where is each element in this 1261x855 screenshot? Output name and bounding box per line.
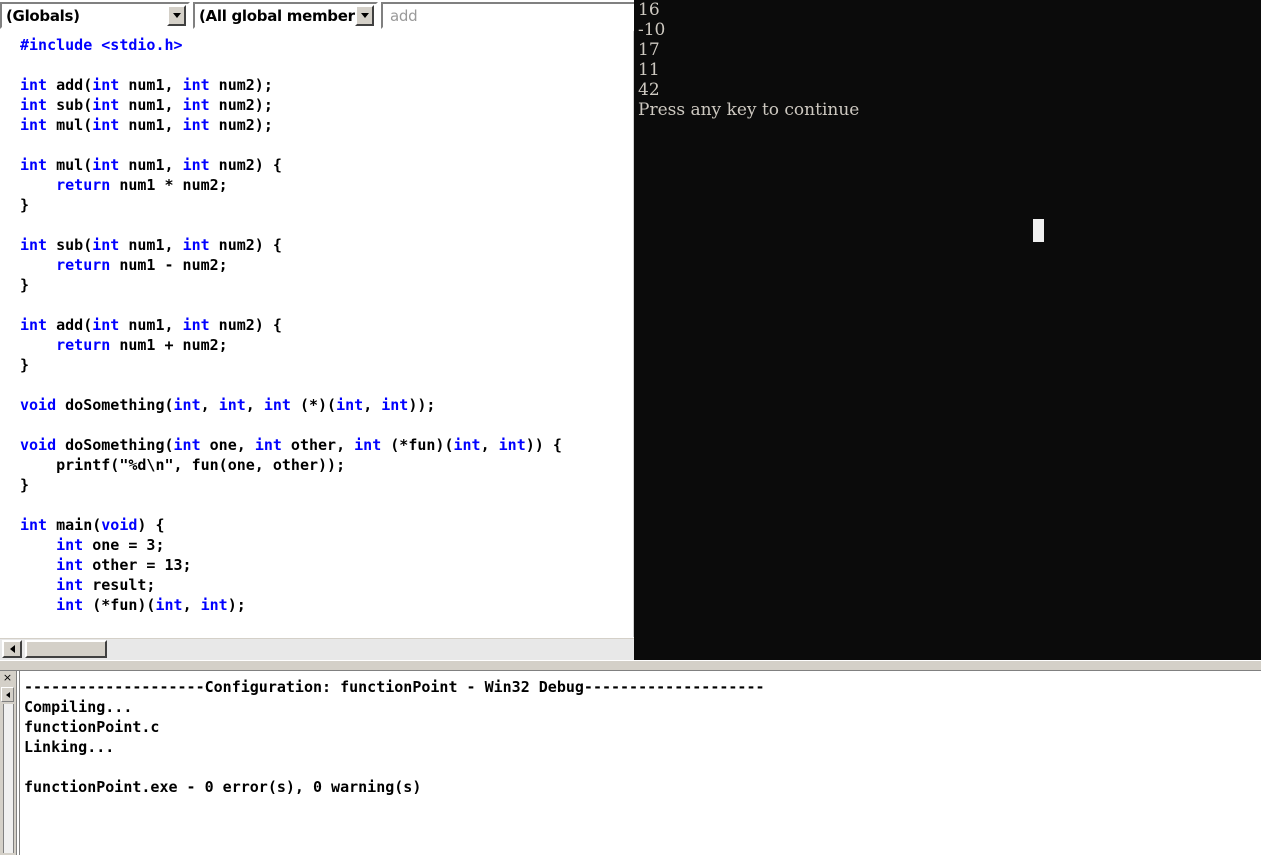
console-cursor: [1033, 219, 1044, 242]
arrow-left-glyph-icon: [5, 691, 10, 698]
code-line: void doSomething(int one, int other, int…: [20, 436, 562, 454]
code-line: int other = 13;: [56, 556, 192, 574]
editor-toolbar: (Globals) (All global members add: [0, 0, 634, 31]
code-line: int mul(int num1, int num2);: [20, 116, 273, 134]
code-line: return num1 - num2;: [56, 256, 228, 274]
build-output-line: functionPoint.exe - 0 error(s), 0 warnin…: [24, 778, 422, 796]
build-output-line: Compiling...: [24, 698, 133, 716]
scope-combo-value: (Globals): [6, 6, 80, 25]
arrow-left-icon: [9, 645, 15, 653]
build-output-text: --------------------Configuration: funct…: [24, 677, 1261, 797]
chevron-down-icon: [172, 13, 181, 18]
code-line: }: [20, 476, 30, 494]
code-line: void doSomething(int, int, int (*)(int, …: [20, 396, 436, 414]
scroll-left-icon[interactable]: [1, 687, 14, 702]
ide-window: (Globals) (All global members add #inclu…: [0, 0, 1261, 855]
code-line: int add(int num1, int num2);: [20, 76, 273, 94]
build-output-line: functionPoint.c: [24, 718, 160, 736]
chevron-down-icon: [360, 13, 369, 18]
code-line: int sub(int num1, int num2) {: [20, 236, 282, 254]
code-line: int (*fun)(int, int);: [56, 596, 246, 614]
source-code: #include <stdio.h> int add(int num1, int…: [20, 35, 562, 615]
code-line: int main(void) {: [20, 516, 165, 534]
members-combo-dropdown-button[interactable]: [355, 5, 374, 26]
code-editor[interactable]: #include <stdio.h> int add(int num1, int…: [0, 31, 634, 637]
code-line: return num1 + num2;: [56, 336, 228, 354]
code-line: }: [20, 276, 30, 294]
find-input-wrapper[interactable]: add: [381, 2, 634, 29]
scope-combo-dropdown-button[interactable]: [167, 5, 186, 26]
build-output-line: --------------------Configuration: funct…: [24, 678, 765, 696]
scope-combo[interactable]: (Globals): [0, 2, 190, 29]
scroll-left-button[interactable]: [2, 640, 22, 658]
code-line: int mul(int num1, int num2) {: [20, 156, 282, 174]
program-console[interactable]: 16 -10 17 11 42 Press any key to continu…: [634, 0, 1261, 660]
output-scroll-rail[interactable]: [3, 704, 14, 853]
members-combo[interactable]: (All global members: [193, 2, 378, 29]
code-line: int sub(int num1, int num2);: [20, 96, 273, 114]
close-icon[interactable]: ×: [1, 672, 14, 685]
code-line: int result;: [56, 576, 156, 594]
scrollbar-thumb[interactable]: [25, 640, 107, 658]
code-line: int one = 3;: [56, 536, 165, 554]
build-output-line: [24, 757, 1261, 777]
code-line: #include <stdio.h>: [20, 36, 183, 54]
code-line: }: [20, 196, 30, 214]
code-line: }: [20, 356, 30, 374]
output-gutter: ×: [0, 671, 16, 855]
console-output: 16 -10 17 11 42 Press any key to continu…: [638, 0, 860, 120]
editor-horizontal-scrollbar[interactable]: [0, 637, 634, 660]
code-line: int add(int num1, int num2) {: [20, 316, 282, 334]
pane-splitter[interactable]: [0, 660, 1261, 671]
members-combo-value: (All global members: [199, 6, 355, 25]
build-output-line: Linking...: [24, 738, 115, 756]
find-input[interactable]: add: [383, 7, 634, 25]
output-divider: [16, 671, 20, 855]
build-output-pane[interactable]: × --------------------Configuration: fun…: [0, 671, 1261, 855]
code-line: return num1 * num2;: [56, 176, 228, 194]
code-line: printf("%d\n", fun(one, other));: [20, 456, 346, 474]
